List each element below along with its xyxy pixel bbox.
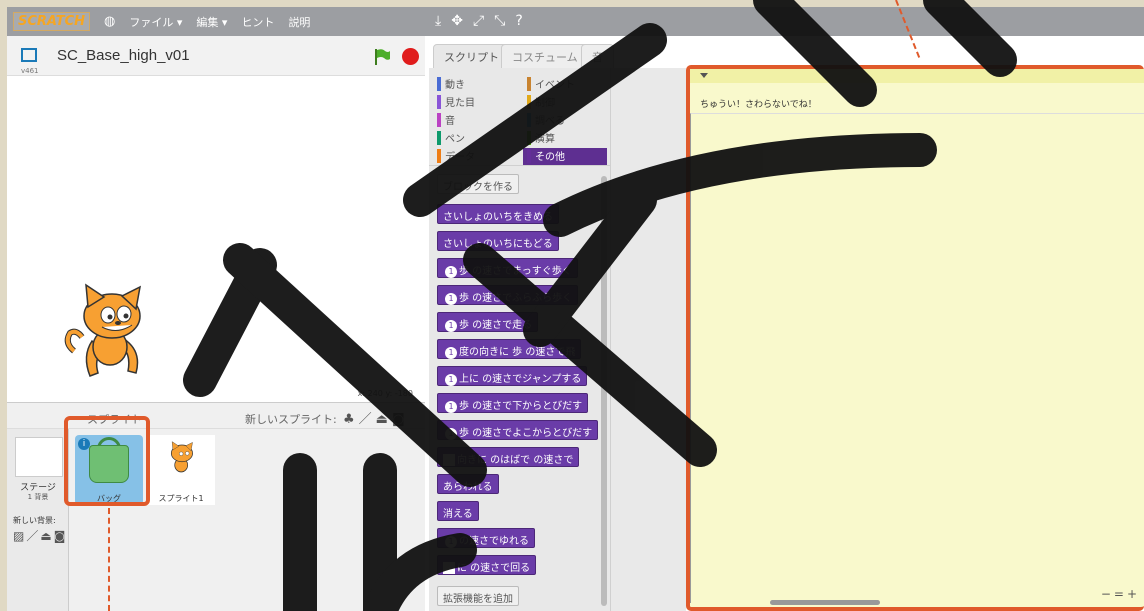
block-text: 歩 の速さでまっすぐ歩く [459,266,572,277]
comment-body [690,113,1144,603]
green-flag-icon[interactable] [373,48,391,66]
zoom-controls: −=+ [1101,587,1140,601]
block-text: 歩 の速さでふらふら歩く [459,293,573,304]
scratch-logo[interactable]: SCRATCH [13,12,91,31]
help-tool-icon[interactable]: ? [515,13,522,29]
library-sprite-icon[interactable]: ♣ [343,412,359,427]
block-fly-direction[interactable]: 1 度の向きに 歩 の速さで飛 [437,339,582,359]
comment-header[interactable] [690,69,1144,83]
tab-scripts[interactable]: スクリプト [433,44,510,68]
block-move-direction-width[interactable]: 向きに のはばで の速さで [437,447,580,467]
paint-sprite-icon[interactable]: ／ [359,412,376,427]
stop-icon[interactable] [402,48,419,65]
category-more-blocks[interactable]: その他 [523,148,607,165]
block-run[interactable]: 1歩 の速さで走る [437,312,539,332]
stage-thumbnail[interactable] [15,437,63,477]
toolbar: ⤓ ✥ ⤢ ⤡ ? [435,13,523,29]
palette-scrollbar[interactable] [601,176,607,606]
block-text: 上に の速さでジャンプする [459,374,582,385]
version-label: v461 [21,67,39,75]
menu-file[interactable]: ファイル ▾ [129,14,182,30]
add-extension-button[interactable]: 拡張機能を追加 [437,586,519,606]
stage-column: ステージ 1 背景 新しい背景: ▨／⏏◙ [7,429,69,611]
category-looks[interactable]: 見た目 [433,94,517,111]
stage-canvas[interactable] [7,76,425,388]
cat-sprite-on-stage[interactable] [62,281,157,386]
guide-dash-line [108,508,110,611]
block-text: 歩 の速さで下からとびだす [459,401,583,412]
new-backdrop-label: 新しい背景: [13,516,56,525]
menu-about[interactable]: 説明 [288,14,310,30]
category-list: 動き 見た目 音 ペン データ イベント 制御 調べる 演算 その他 [429,68,611,166]
zoom-in-icon[interactable]: + [1127,587,1140,601]
stage-backdrop-count: 1 背景 [27,493,49,501]
category-sensing[interactable]: 調べる [523,112,607,129]
new-sprite-label: 新しいスプライト: [245,413,337,426]
block-text: 度の向きに 歩 の速さで飛 [459,347,576,358]
scratch-editor: SCRATCH ◍ ファイル ▾ 編集 ▾ ヒント 説明 ⤓ ✥ ⤢ ⤡ ? v… [7,7,1144,611]
block-spin[interactable]: に の速さで回る [437,555,537,575]
category-control[interactable]: 制御 [523,94,607,111]
scripts-area[interactable]: ちゅうい！さわらないでね！ −=+ [686,65,1144,611]
block-shake[interactable]: 1 の速さでゆれる [437,528,535,548]
block-palette: 動き 見た目 音 ペン データ イベント 制御 調べる 演算 その他 ブロックを… [429,68,611,611]
block-walk-wobble[interactable]: 1歩 の速さでふらふら歩く [437,285,579,305]
block-pop-from-side[interactable]: 1歩 の速さでよこからとびだす [437,420,599,440]
script-gutter [611,68,686,611]
new-backdrop-tools: ▨／⏏◙ [13,527,67,544]
block-pop-from-bottom[interactable]: 1歩 の速さで下からとびだす [437,393,589,413]
block-go-start-position[interactable]: さいしょのいちにもどる [437,231,559,251]
menu-edit[interactable]: 編集 ▾ [196,14,227,30]
bag-highlight-frame [64,416,150,506]
comment-text[interactable]: ちゅうい！さわらないでね！ [700,97,817,110]
new-sprite-tools: ♣／⏏◙ [343,408,409,427]
scripts-hscrollbar[interactable] [770,600,880,605]
block-walk-straight[interactable]: 1歩 の速さでまっすぐ歩く [437,258,578,278]
delete-tool-icon[interactable]: ✥ [451,13,463,29]
block-set-start-position[interactable]: さいしょのいちをきめる [437,204,559,224]
tab-sounds[interactable]: 音 [581,44,614,68]
block-jump[interactable]: 1 上に の速さでジャンプする [437,366,588,386]
mouse-coords: x: 240 y: -180 [357,389,413,398]
block-text: 歩 の速さでよこからとびだす [459,428,593,439]
block-appear[interactable]: あらわれる [437,474,499,494]
library-backdrop-icon[interactable]: ▨ [13,529,26,543]
stage-header: v461 SC_Base_high_v01 [7,36,425,76]
category-data[interactable]: データ [433,148,517,165]
cat-thumbnail-icon [170,441,193,473]
category-sound[interactable]: 音 [433,112,517,129]
camera-backdrop-icon[interactable]: ◙ [54,529,68,543]
menu-tips[interactable]: ヒント [241,14,274,30]
stage-info-bar: x: 240 y: -180 [7,388,425,402]
duplicate-tool-icon[interactable]: ⤓ [435,13,441,29]
fullscreen-icon[interactable] [21,48,37,62]
block-disappear[interactable]: 消える [437,501,479,521]
block-text: 歩 の速さで走る [459,320,533,331]
menu-bar: SCRATCH ◍ ファイル ▾ 編集 ▾ ヒント 説明 ⤓ ✥ ⤢ ⤡ ? [7,7,1144,36]
block-text: に の速さで回る [457,563,531,574]
make-block-button[interactable]: ブロックを作る [437,174,519,194]
upload-sprite-icon[interactable]: ⏏ [376,412,392,427]
project-title[interactable]: SC_Base_high_v01 [57,47,190,64]
tab-costumes[interactable]: コスチューム [501,44,589,68]
upload-backdrop-icon[interactable]: ⏏ [40,529,53,543]
camera-sprite-icon[interactable]: ◙ [392,412,409,427]
category-pen[interactable]: ペン [433,130,517,147]
block-text: の速さでゆれる [459,536,529,547]
zoom-reset-icon[interactable]: = [1114,587,1127,601]
sprite-name: スプライト1 [158,494,204,503]
collapse-arrow-icon[interactable] [700,73,708,78]
grow-tool-icon[interactable]: ⤢ [473,13,484,29]
language-globe-icon[interactable]: ◍ [104,14,115,29]
zoom-out-icon[interactable]: − [1101,587,1114,601]
shrink-tool-icon[interactable]: ⤡ [494,13,505,29]
category-operators[interactable]: 演算 [523,130,607,147]
sprite-tile-cat[interactable]: スプライト1 [147,435,215,505]
paint-backdrop-icon[interactable]: ／ [26,529,40,543]
category-motion[interactable]: 動き [433,76,517,93]
block-text: 向きに のはばで の速さで [457,455,574,466]
editor-tabs: スクリプト コスチューム 音 [429,38,1144,68]
category-events[interactable]: イベント [523,76,607,93]
